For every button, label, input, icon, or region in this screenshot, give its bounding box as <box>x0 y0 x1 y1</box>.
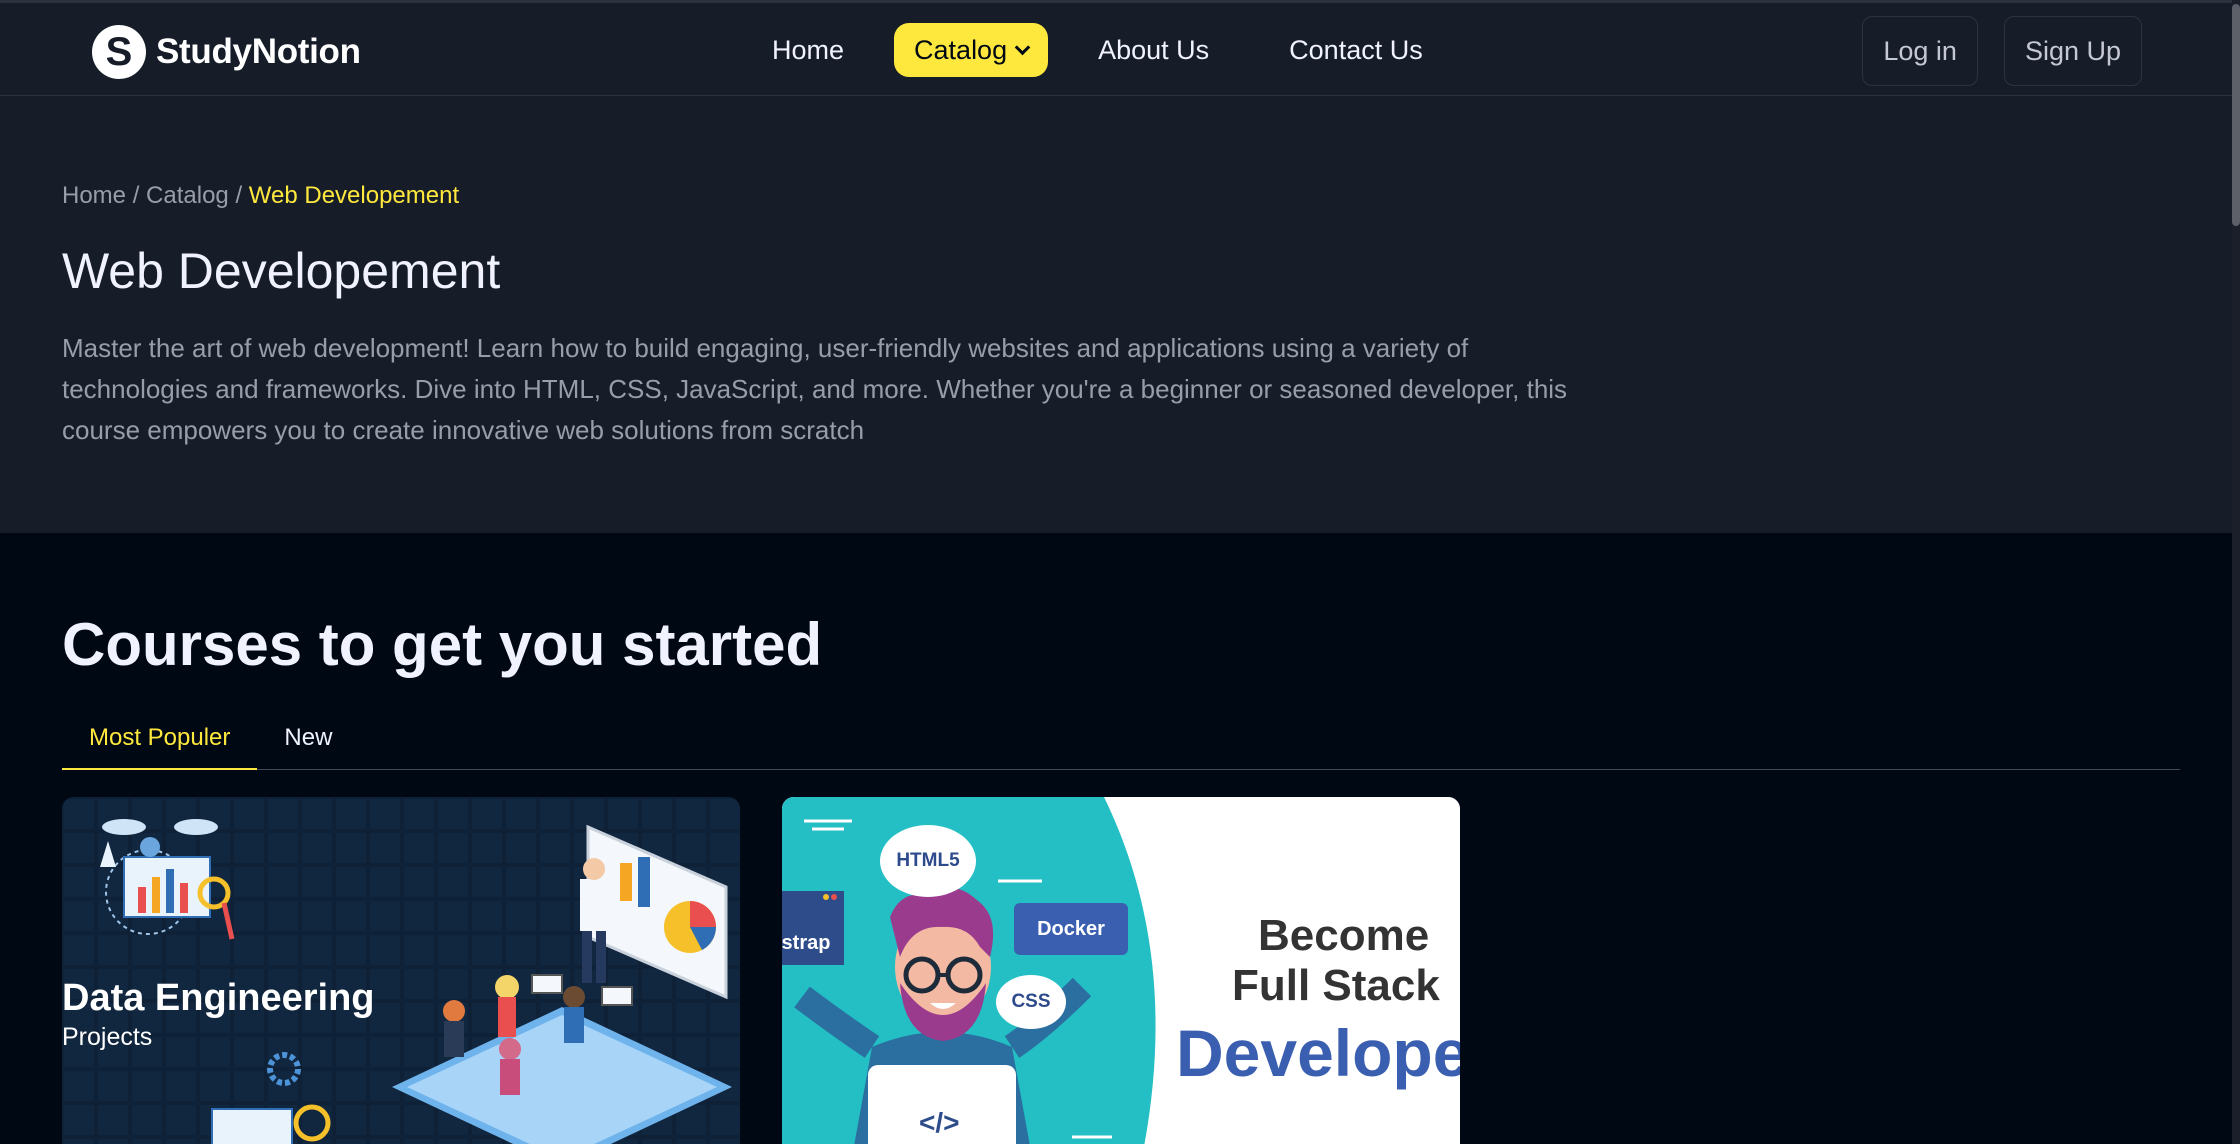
nav-links: Home Catalog About Us Contact Us <box>752 23 1443 77</box>
card-line1: Become <box>1258 911 1430 960</box>
css-bubble: CSS <box>996 975 1066 1029</box>
course-thumbnail-data-engineering <box>62 797 740 1144</box>
logo-icon: S <box>92 25 146 79</box>
nav-catalog-dropdown[interactable]: Catalog <box>894 23 1049 77</box>
breadcrumb-catalog[interactable]: Catalog <box>146 182 229 209</box>
card-line2: Full Stack <box>1232 961 1440 1010</box>
breadcrumb-separator: / <box>126 182 147 209</box>
nav-about-link[interactable]: About Us <box>1078 26 1229 75</box>
logo[interactable]: S StudyNotion <box>92 25 361 79</box>
breadcrumb: Home / Catalog / Web Developement <box>62 182 459 210</box>
nav-catalog-label: Catalog <box>914 34 1008 65</box>
page-title: Web Developement <box>62 243 501 299</box>
bootstrap-tag: strap <box>782 931 831 954</box>
signup-button[interactable]: Sign Up <box>2003 16 2142 86</box>
code-icon: </> <box>919 1107 960 1138</box>
docker-tag: Docker <box>1014 903 1128 955</box>
nav-contact-link[interactable]: Contact Us <box>1269 26 1443 75</box>
scrollbar[interactable] <box>2232 0 2240 1144</box>
login-button[interactable]: Log in <box>1862 16 1978 86</box>
chevron-down-icon <box>1014 39 1031 55</box>
navbar: S StudyNotion Home Catalog About Us Cont… <box>0 0 2232 96</box>
html5-bubble: HTML5 <box>880 825 976 897</box>
card-subheading: Projects <box>62 1023 153 1051</box>
auth-buttons: Log in Sign Up <box>1862 16 2142 86</box>
category-description: Master the art of web development! Learn… <box>62 333 1568 445</box>
scrollbar-thumb[interactable] <box>2232 4 2240 226</box>
breadcrumb-separator: / <box>228 182 249 209</box>
card-heading: Data Engineering <box>62 977 375 1019</box>
course-tabs: Most Populer New <box>62 712 2180 770</box>
brand-name: StudyNotion <box>156 32 361 71</box>
card-line3: Develope <box>1176 1016 1460 1090</box>
breadcrumb-current: Web Developement <box>248 182 460 209</box>
course-card-data-engineering[interactable]: Data Engineering Projects <box>62 797 740 1144</box>
tab-most-popular[interactable]: Most Populer <box>62 712 258 770</box>
course-card-full-stack[interactable]: HTML5 CSS Docker strap </> Become Full S… <box>782 797 1460 1144</box>
category-hero: Home / Catalog / Web Developement Web De… <box>0 96 2232 533</box>
nav-home-link[interactable]: Home <box>752 26 864 75</box>
section-title: Courses to get you started <box>62 611 823 678</box>
breadcrumb-home[interactable]: Home <box>62 182 126 209</box>
tab-new[interactable]: New <box>257 712 359 770</box>
